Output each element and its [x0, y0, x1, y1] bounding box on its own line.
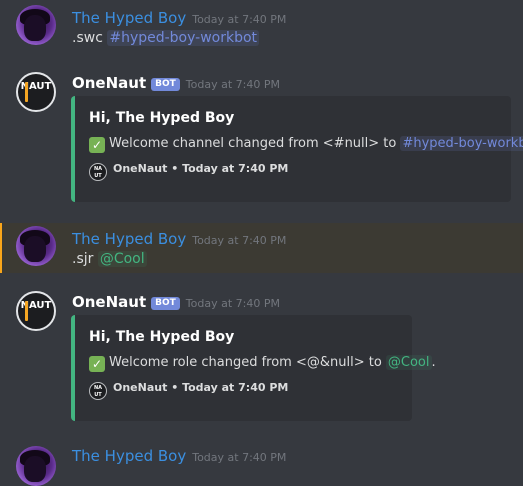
avatar[interactable]	[16, 226, 56, 266]
embed-description: ✓ Welcome role changed from <@&null> to @…	[89, 355, 436, 372]
author-name[interactable]: OneNaut	[72, 293, 146, 311]
bot-tag: BOT	[151, 78, 180, 91]
author-name[interactable]: The Hyped Boy	[72, 230, 186, 248]
bot-tag: BOT	[151, 297, 180, 310]
role-mention[interactable]: @Cool	[385, 355, 432, 370]
timestamp: Today at 7:40 PM	[185, 297, 280, 310]
avatar[interactable]	[16, 446, 56, 486]
bot-logo-icon: NAUT	[18, 74, 54, 110]
footer-bot-icon: NA UT	[89, 163, 107, 181]
embed-description: ✓ Welcome channel changed from <#null> to…	[89, 136, 523, 153]
bot-avatar[interactable]: NAUT	[16, 72, 56, 112]
footer-bot-icon: NA UT	[89, 382, 107, 400]
message-content: .sjr @Cool	[72, 251, 147, 267]
role-mention[interactable]: @Cool	[97, 251, 147, 267]
timestamp: Today at 7:40 PM	[192, 13, 287, 26]
embed-footer: NA UTOneNaut • Today at 7:40 PM	[89, 162, 288, 181]
channel-mention[interactable]: #hyped-boy-workbot	[400, 136, 523, 151]
embed-footer: NA UTOneNaut • Today at 7:40 PM	[89, 381, 288, 400]
channel-mention[interactable]: #hyped-boy-workbot	[107, 30, 260, 46]
check-mark-icon: ✓	[89, 356, 105, 372]
timestamp: Today at 7:40 PM	[185, 78, 280, 91]
bot-avatar[interactable]: NAUT	[16, 291, 56, 331]
embed: Hi, The Hyped Boy ✓ Welcome role changed …	[71, 315, 436, 421]
embed: Hi, The Hyped Boy ✓ Welcome channel chang…	[71, 96, 523, 202]
bot-logo-icon: NAUT	[18, 293, 54, 329]
embed-title: Hi, The Hyped Boy	[89, 110, 235, 126]
timestamp: Today at 7:40 PM	[192, 234, 287, 247]
message-content: .swc #hyped-boy-workbot	[72, 30, 260, 46]
author-name[interactable]: The Hyped Boy	[72, 447, 186, 465]
check-mark-icon: ✓	[89, 137, 105, 153]
embed-title: Hi, The Hyped Boy	[89, 329, 235, 345]
timestamp: Today at 7:40 PM	[192, 451, 287, 464]
author-name[interactable]: The Hyped Boy	[72, 9, 186, 27]
avatar[interactable]	[16, 5, 56, 45]
author-name[interactable]: OneNaut	[72, 74, 146, 92]
